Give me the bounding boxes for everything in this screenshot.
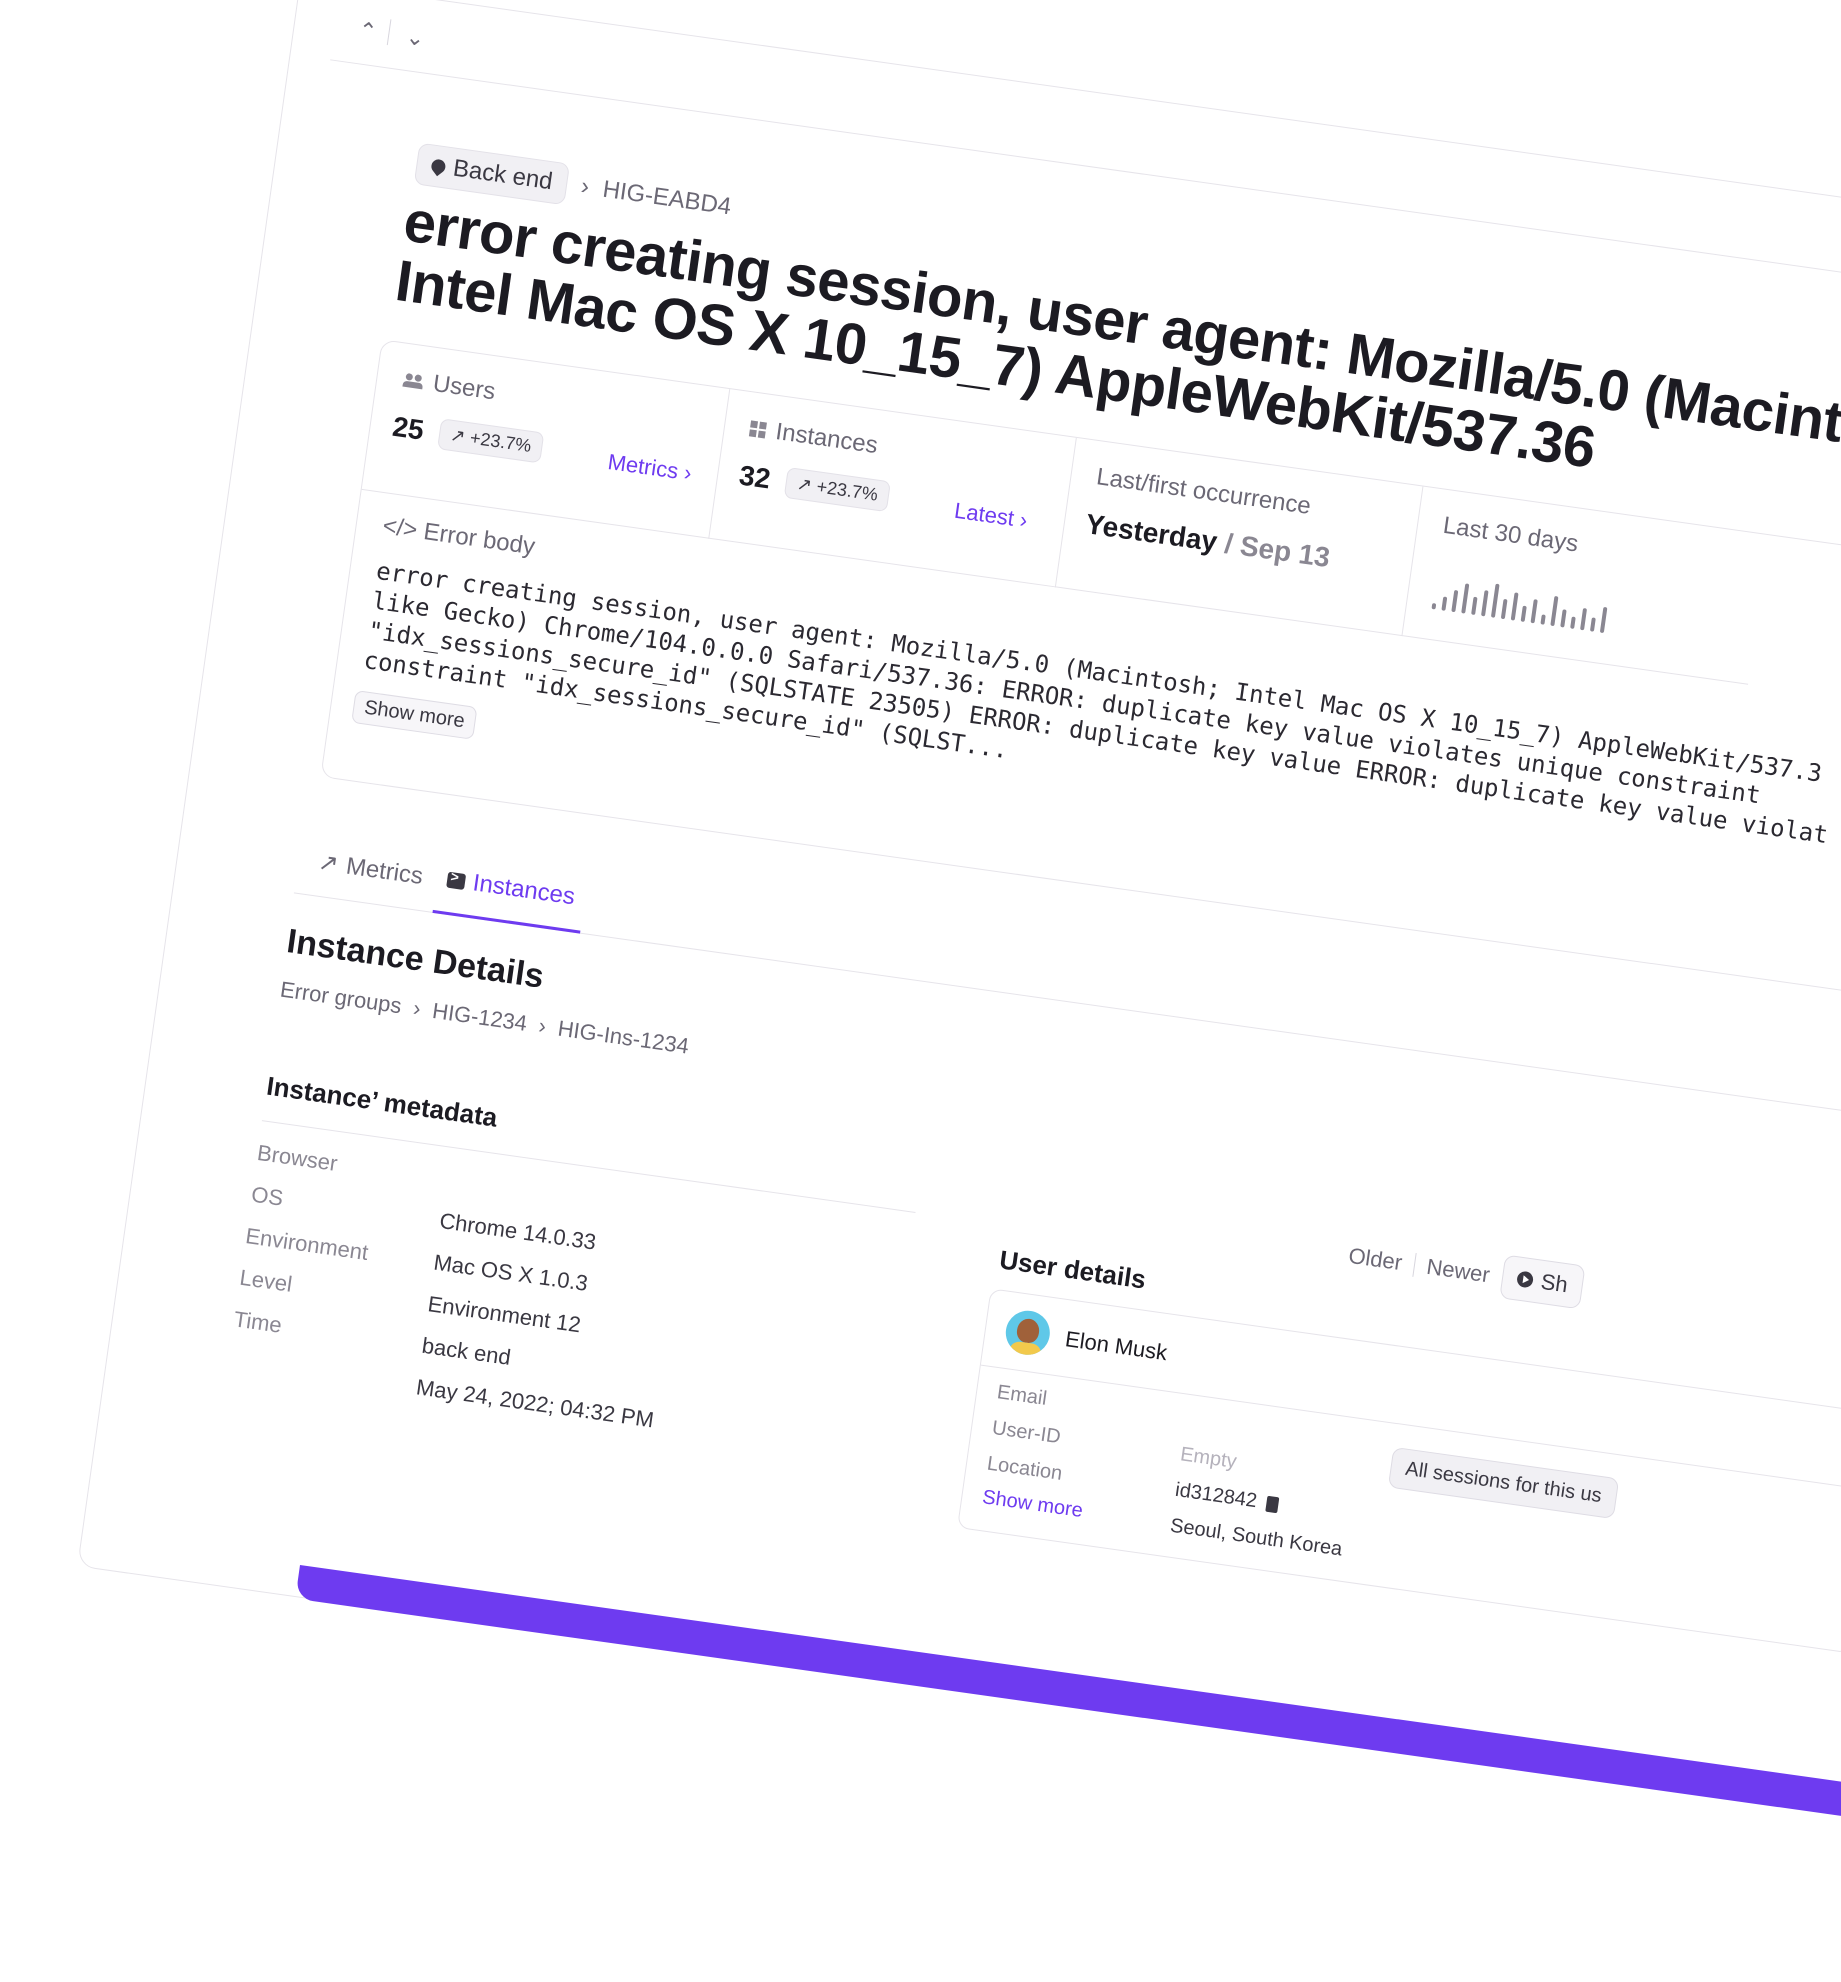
user-row-city: Seoul, South Korea [1168,1514,1344,1561]
users-label: Users [431,369,498,406]
sparkline-bar [1520,605,1527,623]
tab-instances-label: Instances [471,869,577,911]
sparkline-bar [1599,606,1608,634]
metadata-heading: Instance’ metadata [264,1070,500,1133]
crumb-separator: › [537,1012,548,1039]
sparkline-bar [1490,583,1500,618]
sparkline-bar [1451,589,1459,613]
instance-pager: Older Newer [1347,1243,1491,1289]
users-value: 25 [390,410,426,446]
sparkline-bar [1570,616,1576,629]
sparkline-bar [1560,609,1567,628]
latest-link[interactable]: Latest › [953,498,1029,534]
play-icon [1516,1270,1535,1289]
sparkline-bar [1530,599,1538,624]
project-label: Back end [451,154,555,196]
user-name: Elon Musk [1063,1326,1169,1366]
trend-icon: ↗ [316,848,341,879]
chevron-down-icon[interactable]: ⌄ [404,24,426,52]
users-icon [402,373,424,390]
instance-breadcrumb: Error groups › HIG-1234 › HIG-Ins-1234 [279,977,691,1060]
user-details-card: Elon Musk Email User-IDEmpty Locationid3… [956,1288,1841,1654]
user-details-heading: User details [997,1244,1148,1295]
tab-metrics[interactable]: ↗ Metrics [316,848,425,891]
pager-divider [1412,1252,1417,1277]
user-show-more-link[interactable]: Show more [981,1486,1084,1523]
sparkline-bar [1431,602,1437,610]
metadata-row-browser: Browser [255,1139,340,1176]
sparkline-bar [1589,617,1596,632]
crumb-error-groups[interactable]: Error groups [279,977,404,1020]
avatar [1002,1307,1053,1358]
terminal-icon [446,871,467,891]
first-occurrence: / Sep 13 [1222,527,1332,574]
sparkline-bar [1441,596,1448,611]
instances-label: Instances [773,418,880,460]
sparkline-bar [1540,614,1546,625]
chevron-up-icon[interactable]: ⌃ [357,17,379,45]
instances-delta-badge: ↗ +23.7% [783,466,891,512]
sparkline-bar [1510,592,1519,621]
metrics-link[interactable]: Metrics › [606,449,693,486]
crumb-separator: › [411,995,423,1022]
last-30-label: Last 30 days [1441,511,1580,558]
error-id[interactable]: HIG-EABD4 [601,176,733,222]
sparkline-bar [1461,583,1470,614]
older-button[interactable]: Older [1347,1243,1404,1276]
tab-metrics-label: Metrics [344,852,425,890]
error-body-label: </> Error body [380,512,537,561]
last-occurrence: Yesterday [1083,508,1220,558]
sparkline [1431,569,1609,634]
crumb-instance-id: HIG-Ins-1234 [556,1015,691,1059]
newer-button[interactable]: Newer [1425,1254,1491,1289]
users-delta-badge: ↗ +23.7% [437,417,545,463]
show-more-button[interactable]: Show more [351,690,478,740]
sparkline-bar [1480,590,1489,617]
all-sessions-button[interactable]: All sessions for this us [1387,1446,1620,1520]
sparkline-bar [1550,595,1559,627]
occurrence-label: Last/first occurrence [1094,463,1313,520]
crumb-group-id[interactable]: HIG-1234 [431,998,529,1037]
breadcrumb-separator: › [579,172,591,201]
nav-divider [386,19,392,46]
error-detail-panel: ⌃ ⌄ Back end › HIG-EABD4 error creating … [117,0,1841,1832]
pin-icon [428,156,449,177]
sparkline-bar [1580,608,1588,631]
clipboard-icon[interactable] [1265,1495,1280,1514]
sparkline-bar [1471,596,1478,616]
grid-icon [748,420,767,439]
sparkline-bar [1500,598,1508,620]
screenshot-stage: ⌃ ⌄ Back end › HIG-EABD4 error creating … [0,0,1841,1982]
tab-instances[interactable]: Instances [445,866,577,912]
show-session-label: Sh [1539,1268,1570,1298]
instances-value: 32 [737,459,773,495]
show-session-button[interactable]: Sh [1499,1254,1586,1310]
